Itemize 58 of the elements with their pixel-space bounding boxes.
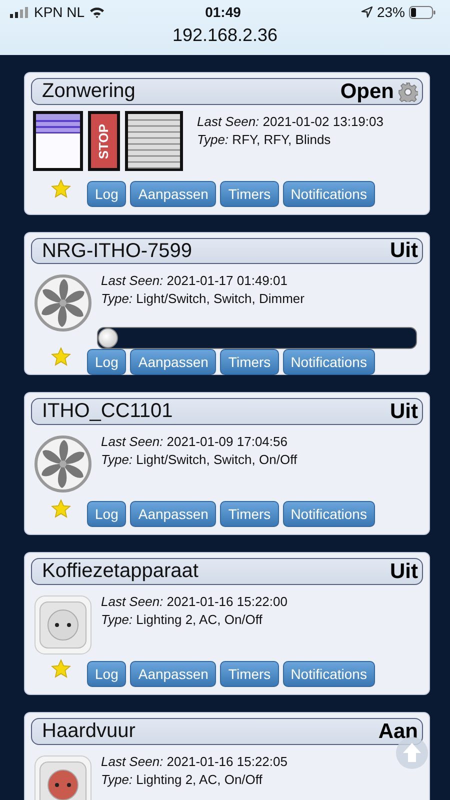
dimmer-slider[interactable] bbox=[97, 327, 417, 349]
settings-icon[interactable] bbox=[398, 82, 418, 102]
battery-percent: 23% bbox=[376, 4, 405, 20]
action-button[interactable]: Log bbox=[87, 349, 126, 375]
favorite-star-icon[interactable] bbox=[51, 658, 71, 678]
last-seen-text: Last Seen: 2021-01-02 13:19:03 bbox=[197, 114, 384, 129]
last-seen-text: Last Seen: 2021-01-16 15:22:00 bbox=[101, 594, 288, 609]
device-type-text: Type: Light/Switch, Switch, Dimmer bbox=[101, 291, 306, 306]
address-bar-url[interactable]: 192.168.2.36 bbox=[0, 25, 450, 46]
last-seen-text: Last Seen: 2021-01-16 15:22:05 bbox=[101, 754, 288, 769]
action-button[interactable]: Timers bbox=[220, 181, 279, 207]
action-button[interactable]: Aanpassen bbox=[130, 181, 216, 207]
clock-time: 01:49 bbox=[205, 4, 241, 20]
last-seen-text: Last Seen: 2021-01-09 17:04:56 bbox=[101, 434, 288, 449]
stop-button[interactable]: STOP bbox=[88, 111, 120, 171]
blinds-open-button[interactable] bbox=[33, 111, 83, 171]
action-button[interactable]: Timers bbox=[220, 349, 279, 375]
action-button[interactable]: Notifications bbox=[282, 501, 375, 527]
device-status: Aan bbox=[378, 720, 418, 744]
fan-icon[interactable] bbox=[34, 435, 92, 493]
device-type-text: Type: RFY, RFY, Blinds bbox=[197, 132, 332, 147]
power-socket-icon[interactable] bbox=[34, 595, 92, 655]
device-status: Open bbox=[340, 80, 394, 104]
action-button[interactable]: Log bbox=[87, 501, 126, 527]
action-button[interactable]: Timers bbox=[220, 661, 279, 687]
device-name: Koffiezetapparaat bbox=[42, 560, 200, 583]
action-button[interactable]: Log bbox=[87, 181, 126, 207]
device-status: Uit bbox=[390, 400, 418, 424]
battery-icon bbox=[409, 6, 436, 18]
device-name: Zonwering bbox=[42, 80, 136, 103]
device-name: ITHO_CC1101 bbox=[42, 400, 174, 423]
last-seen-text: Last Seen: 2021-01-17 01:49:01 bbox=[101, 273, 288, 288]
device-type-text: Type: Lighting 2, AC, On/Off bbox=[101, 772, 264, 787]
favorite-star-icon[interactable] bbox=[51, 178, 71, 198]
action-button[interactable]: Aanpassen bbox=[130, 661, 216, 687]
device-type-text: Type: Light/Switch, Switch, On/Off bbox=[101, 452, 298, 467]
device-status: Uit bbox=[390, 560, 418, 584]
device-name: Haardvuur bbox=[42, 720, 136, 743]
fan-icon[interactable] bbox=[34, 274, 92, 332]
signal-icon bbox=[10, 6, 30, 18]
location-arrow-icon bbox=[360, 6, 373, 18]
blinds-closed-button[interactable] bbox=[125, 111, 183, 171]
action-button[interactable]: Notifications bbox=[282, 181, 375, 207]
device-name: NRG-ITHO-7599 bbox=[42, 240, 194, 262]
action-button[interactable]: Notifications bbox=[282, 661, 375, 687]
slider-thumb[interactable] bbox=[98, 328, 118, 348]
favorite-star-icon[interactable] bbox=[51, 346, 71, 366]
carrier-name: KPN NL bbox=[34, 4, 85, 20]
action-button[interactable]: Timers bbox=[220, 501, 279, 527]
power-socket-on-icon[interactable] bbox=[34, 755, 92, 800]
device-type-text: Type: Lighting 2, AC, On/Off bbox=[101, 612, 264, 627]
device-status: Uit bbox=[390, 239, 418, 263]
wifi-icon bbox=[88, 6, 105, 18]
action-button[interactable]: Log bbox=[87, 661, 126, 687]
action-button[interactable]: Notifications bbox=[282, 349, 375, 375]
action-button[interactable]: Aanpassen bbox=[130, 501, 216, 527]
action-button[interactable]: Aanpassen bbox=[130, 349, 216, 375]
favorite-star-icon[interactable] bbox=[51, 498, 71, 518]
